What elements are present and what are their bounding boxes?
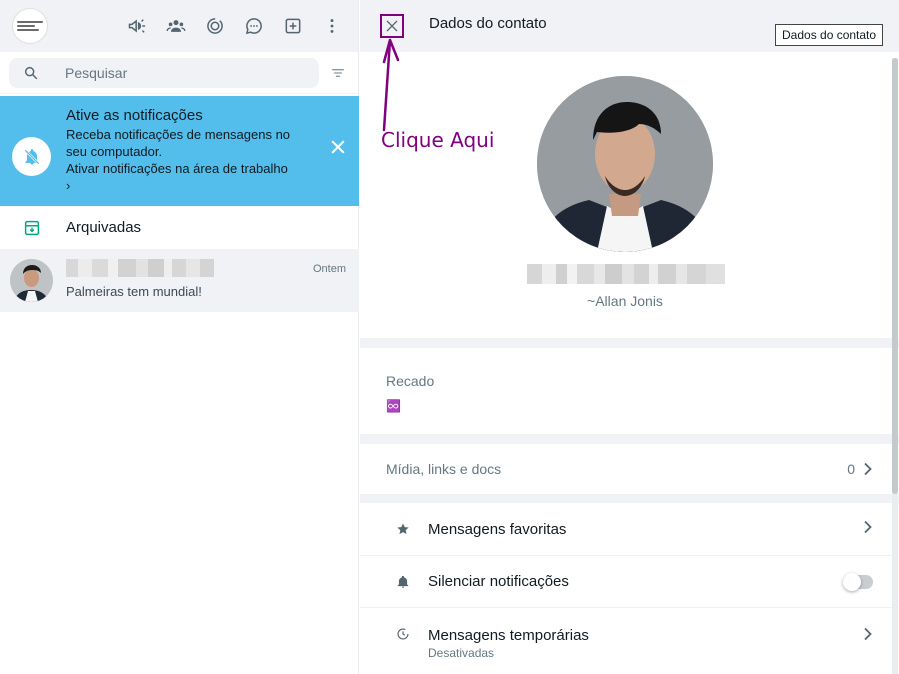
notification-subtitle: Receba notificações de mensagens no seu … xyxy=(66,127,291,159)
communities-icon[interactable] xyxy=(164,14,188,38)
media-links-docs-row[interactable]: Mídia, links e docs 0 xyxy=(360,444,899,494)
notification-title: Ative as notificações xyxy=(66,107,203,124)
close-icon[interactable] xyxy=(329,138,347,156)
star-icon xyxy=(396,522,410,536)
contact-phone-redacted xyxy=(527,264,725,284)
contact-info-pane: Dados do contato Dados do contato ~Allan… xyxy=(360,0,899,674)
chat-timestamp: Ontem xyxy=(312,263,346,275)
contact-avatar xyxy=(10,259,53,302)
contact-info-header: Dados do contato Dados do contato xyxy=(360,0,899,52)
annotation-label: Clique Aqui xyxy=(381,128,495,152)
left-header xyxy=(0,0,358,52)
scrollbar-thumb[interactable] xyxy=(892,58,898,494)
disappearing-messages-label: Mensagens temporárias xyxy=(428,627,589,644)
enable-notifications-link[interactable]: Ativar notificações na área de trabalho xyxy=(66,160,311,177)
mute-toggle[interactable] xyxy=(843,572,873,591)
chevron-right-icon xyxy=(864,462,872,476)
chat-list-item[interactable]: Palmeiras tem mundial! Ontem xyxy=(0,249,359,312)
profile-photo[interactable] xyxy=(537,76,713,252)
bell-icon xyxy=(396,575,410,589)
mute-notifications-row[interactable]: Silenciar notificações xyxy=(360,555,899,607)
chat-list-pane: Ative as notificações Receba notificaçõe… xyxy=(0,0,359,674)
media-count: 0 xyxy=(847,461,855,477)
contact-info-title: Dados do contato xyxy=(429,14,547,32)
chevron-right-icon xyxy=(864,520,872,533)
options-section: Mensagens favoritas Silenciar notificaçõ… xyxy=(360,503,899,674)
mute-notifications-label: Silenciar notificações xyxy=(428,573,569,590)
chevron-right-icon[interactable]: › xyxy=(66,178,311,193)
search-icon xyxy=(24,66,38,79)
contact-name-redacted xyxy=(66,259,214,277)
archived-label: Arquivadas xyxy=(66,219,142,236)
disappearing-messages-status: Desativadas xyxy=(428,646,495,660)
profile-section: ~Allan Jonis xyxy=(360,52,899,338)
search-box[interactable] xyxy=(9,57,319,88)
archived-row[interactable]: Arquivadas xyxy=(0,206,359,249)
scrollbar[interactable] xyxy=(892,58,898,674)
tooltip: Dados do contato xyxy=(775,24,884,46)
starred-messages-row[interactable]: Mensagens favoritas xyxy=(360,503,899,555)
user-avatar[interactable] xyxy=(12,8,48,44)
disappearing-messages-row[interactable]: Mensagens temporárias Desativadas xyxy=(360,607,899,674)
notification-banner[interactable]: Ative as notificações Receba notificaçõe… xyxy=(0,96,359,206)
channels-icon[interactable] xyxy=(125,14,149,38)
status-icon[interactable] xyxy=(203,14,227,38)
about-section: Recado ♾️ xyxy=(360,348,899,434)
chat-last-message: Palmeiras tem mundial! xyxy=(66,284,202,299)
about-label: Recado xyxy=(386,373,435,389)
about-value: ♾️ xyxy=(386,399,401,413)
channels-chat-icon[interactable] xyxy=(242,14,266,38)
search-input[interactable] xyxy=(65,64,265,81)
annotation-arrow xyxy=(382,38,400,132)
bell-off-icon xyxy=(12,137,51,176)
chevron-right-icon xyxy=(864,627,872,641)
brand-logo xyxy=(17,21,43,31)
starred-messages-label: Mensagens favoritas xyxy=(428,520,567,538)
filter-icon[interactable] xyxy=(328,63,348,83)
close-contact-info-button[interactable] xyxy=(380,14,404,38)
archive-icon xyxy=(24,220,40,235)
search-row xyxy=(0,52,358,94)
contact-alias: ~Allan Jonis xyxy=(587,293,663,309)
media-label: Mídia, links e docs xyxy=(386,461,502,477)
new-chat-icon[interactable] xyxy=(281,14,305,38)
close-icon xyxy=(386,20,398,32)
menu-icon[interactable] xyxy=(320,14,344,38)
timer-icon xyxy=(396,627,410,641)
